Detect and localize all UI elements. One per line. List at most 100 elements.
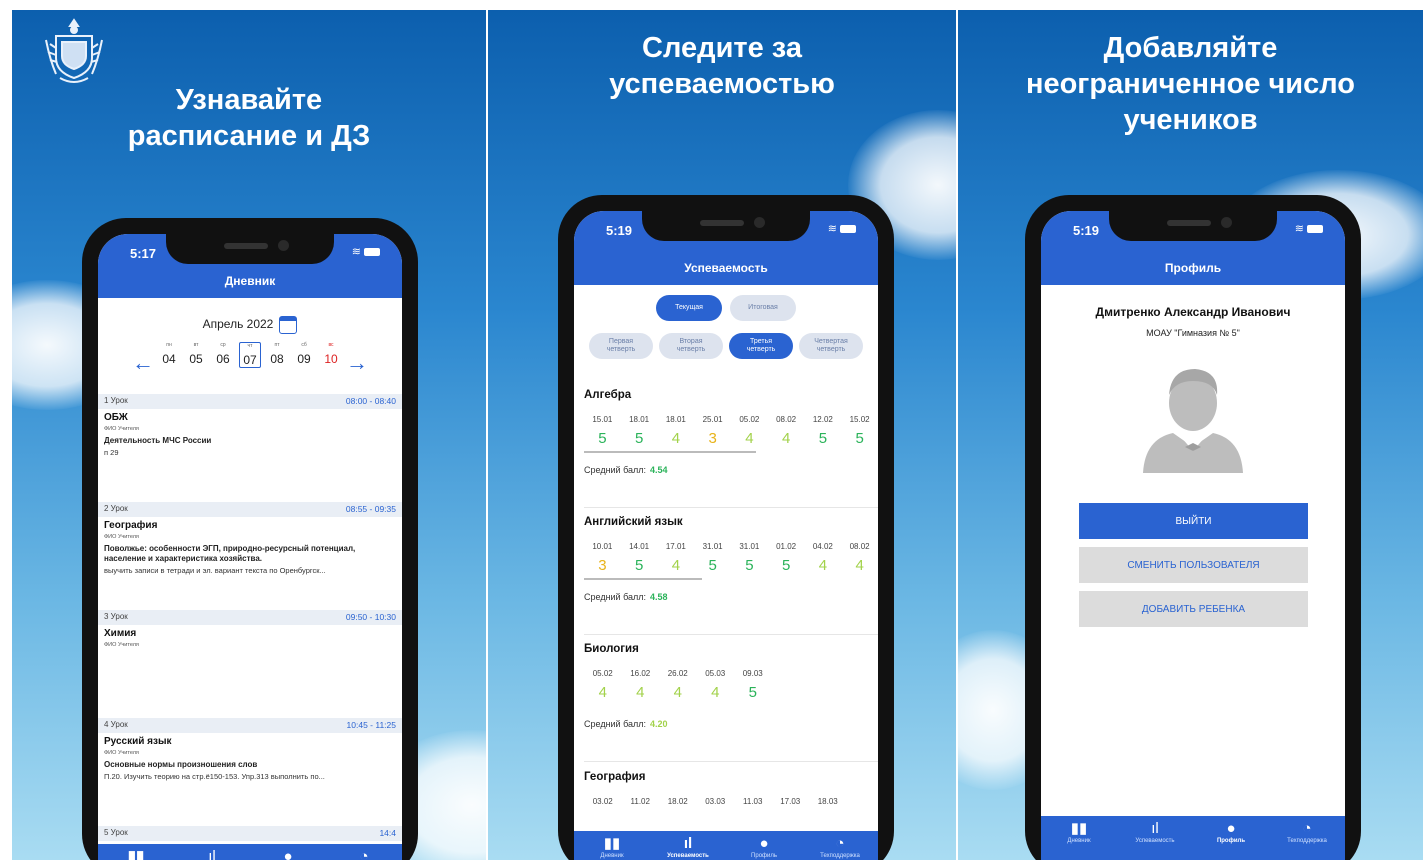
grade-cell[interactable]: 25.01 3 [694, 415, 731, 447]
tab-profile[interactable]: ● Профиль [1193, 816, 1269, 860]
grade-date: 15.01 [592, 415, 613, 424]
tab-label: Дневник [600, 853, 624, 859]
grade-cell[interactable]: 03.03 [697, 797, 735, 806]
grade-cell[interactable]: 10.01 3 [584, 542, 621, 574]
day-name: сб [301, 342, 307, 348]
quarter-pill[interactable]: Четвертая четверть [799, 333, 863, 359]
day-cell[interactable]: вс 10 [320, 342, 342, 368]
day-cell[interactable]: ср 06 [212, 342, 234, 368]
book-icon: ▮▮ [603, 835, 621, 852]
bar-chart-icon: ıl [683, 835, 693, 852]
lesson-topic: Деятельность МЧС России [104, 436, 212, 445]
book-icon: ▮▮ [1070, 820, 1088, 837]
phone-mockup: 5:19 ≋ Профиль Дмитренко Александр Ивано… [1025, 195, 1361, 860]
screenshot-panel-schedule: Узнавайте расписание и ДЗ 5:17 ≋ Дневник… [12, 10, 486, 860]
headline-line: успеваемостью [609, 68, 835, 100]
grade-cell[interactable]: 17.01 4 [658, 542, 695, 574]
grade-date: 17.01 [665, 542, 686, 551]
tab-diary[interactable]: ▮▮ Дневник [574, 831, 650, 860]
grade-cell[interactable]: 11.03 [734, 797, 772, 806]
subject-block[interactable]: Английский язык 10.01 3 14.01 5 17.01 4 31.01 5… [584, 516, 878, 602]
tab-profile[interactable]: ● [250, 844, 326, 860]
lesson-card[interactable]: 3 Урок 09:50 - 10:30 Химия ФИО Учителя [98, 610, 402, 648]
lesson-card[interactable]: 5 Урок 14:4 [98, 826, 402, 841]
week-selector: ← пн 04 вт 05 ср 06 чт 07 пт 08 сб 09 вс 10 → [98, 342, 402, 382]
toggle-current[interactable]: Текущая [656, 295, 722, 321]
tab-support[interactable]: ◔ Техподдержка [1269, 816, 1345, 860]
grade-cell[interactable]: 15.02 5 [841, 415, 878, 447]
grade-cell[interactable]: 18.03 [809, 797, 847, 806]
grade-date: 03.03 [705, 797, 726, 806]
grade-cell[interactable]: 04.02 4 [805, 542, 842, 574]
lesson-card[interactable]: 4 Урок 10:45 - 11:25 Русский язык ФИО Учи… [98, 718, 402, 781]
lesson-number: 3 Урок [104, 612, 128, 621]
day-name: ср [220, 342, 226, 348]
lesson-teacher: ФИО Учителя [104, 426, 139, 432]
grade-cell[interactable]: 18.01 4 [658, 415, 695, 447]
logout-button[interactable]: ВЫЙТИ [1079, 503, 1308, 539]
day-cell[interactable]: сб 09 [293, 342, 315, 368]
day-date: 04 [162, 352, 176, 366]
tab-grades[interactable]: ıl Успеваемость [650, 831, 726, 860]
arrow-right-icon[interactable]: → [346, 350, 368, 376]
bottom-tab-bar: ▮▮ ıl ● ◔ [98, 844, 402, 860]
grade-cell[interactable]: 16.02 4 [622, 669, 660, 701]
subject-block[interactable]: География 03.02 11.02 18.02 03.03 11.03 17.03… [584, 771, 878, 806]
day-cell-selected[interactable]: чт 07 [239, 342, 261, 368]
headline-line: Узнавайте [175, 84, 323, 116]
grade-value: 4 [671, 557, 681, 574]
grade-cell[interactable]: 08.02 4 [768, 415, 805, 447]
day-date: 07 [243, 353, 257, 367]
quarter-pill-selected[interactable]: Третья четверть [729, 333, 793, 359]
grade-cell[interactable]: 05.03 4 [697, 669, 735, 701]
lesson-card[interactable]: 2 Урок 08:55 - 09:35 География ФИО Учител… [98, 502, 402, 575]
grade-cell[interactable]: 09.03 5 [734, 669, 772, 701]
status-time: 5:17 [130, 246, 157, 261]
day-cell[interactable]: пт 08 [266, 342, 288, 368]
grade-date: 05.02 [739, 415, 760, 424]
switch-user-button[interactable]: СМЕНИТЬ ПОЛЬЗОВАТЕЛЯ [1079, 547, 1308, 583]
tab-grades[interactable]: ıl Успеваемость [1117, 816, 1193, 860]
day-cell[interactable]: пн 04 [158, 342, 180, 368]
screenshot-panel-grades: Следите за успеваемостью 5:19 ≋ Успеваем… [488, 10, 956, 860]
grade-date: 31.01 [739, 542, 760, 551]
calendar-icon[interactable] [279, 316, 298, 334]
grade-cell[interactable]: 14.01 5 [621, 542, 658, 574]
tab-label: Техподдержка [1287, 838, 1327, 844]
grade-cell[interactable]: 17.03 [772, 797, 810, 806]
grade-cell[interactable]: 26.02 4 [659, 669, 697, 701]
tab-label: Успеваемость [667, 853, 709, 859]
grade-cell[interactable]: 05.02 4 [584, 669, 622, 701]
subject-name: Биология [584, 643, 639, 655]
tab-support[interactable]: ◔ Техподдержка [802, 831, 878, 860]
grade-cell[interactable]: 08.02 4 [841, 542, 878, 574]
subject-block[interactable]: Биология 05.02 4 16.02 4 26.02 4 05.03 4 09.03 5 … [584, 643, 878, 729]
arrow-left-icon[interactable]: ← [132, 350, 154, 376]
grade-cell[interactable]: 31.01 5 [731, 542, 768, 574]
grade-cell[interactable]: 31.01 5 [694, 542, 731, 574]
toggle-final[interactable]: Итоговая [730, 295, 796, 321]
tab-grades[interactable]: ıl [174, 844, 250, 860]
tab-profile[interactable]: ● Профиль [726, 831, 802, 860]
quarter-pill[interactable]: Первая четверть [589, 333, 653, 359]
day-cell[interactable]: вт 05 [185, 342, 207, 368]
tab-diary[interactable]: ▮▮ Дневник [1041, 816, 1117, 860]
grade-cell[interactable]: 12.02 5 [805, 415, 842, 447]
grade-cell[interactable]: 18.02 [659, 797, 697, 806]
grade-row: 10.01 3 14.01 5 17.01 4 31.01 5 31.01 5 01.02 5 04.0… [584, 542, 878, 574]
grade-cell[interactable]: 01.02 5 [768, 542, 805, 574]
tab-support[interactable]: ◔ [326, 844, 402, 860]
grade-cell[interactable]: 15.01 5 [584, 415, 621, 447]
phone-screen: 5:17 ≋ Дневник Апрель 2022 ← пн 04 вт 05 с… [98, 234, 402, 860]
lesson-header: 5 Урок 14:4 [98, 826, 402, 841]
lesson-card[interactable]: 1 Урок 08:00 - 08:40 ОБЖ ФИО Учителя Деят… [98, 394, 402, 457]
add-child-button[interactable]: ДОБАВИТЬ РЕБЕНКА [1079, 591, 1308, 627]
tab-diary[interactable]: ▮▮ [98, 844, 174, 860]
grade-cell[interactable]: 18.01 5 [621, 415, 658, 447]
tab-label: Профиль [751, 853, 777, 859]
grade-cell[interactable]: 11.02 [622, 797, 660, 806]
quarter-pill[interactable]: Вторая четверть [659, 333, 723, 359]
grade-cell[interactable]: 03.02 [584, 797, 622, 806]
grade-cell[interactable]: 05.02 4 [731, 415, 768, 447]
subject-block[interactable]: Алгебра 15.01 5 18.01 5 18.01 4 25.01 3 05.02 4 08… [584, 389, 878, 475]
